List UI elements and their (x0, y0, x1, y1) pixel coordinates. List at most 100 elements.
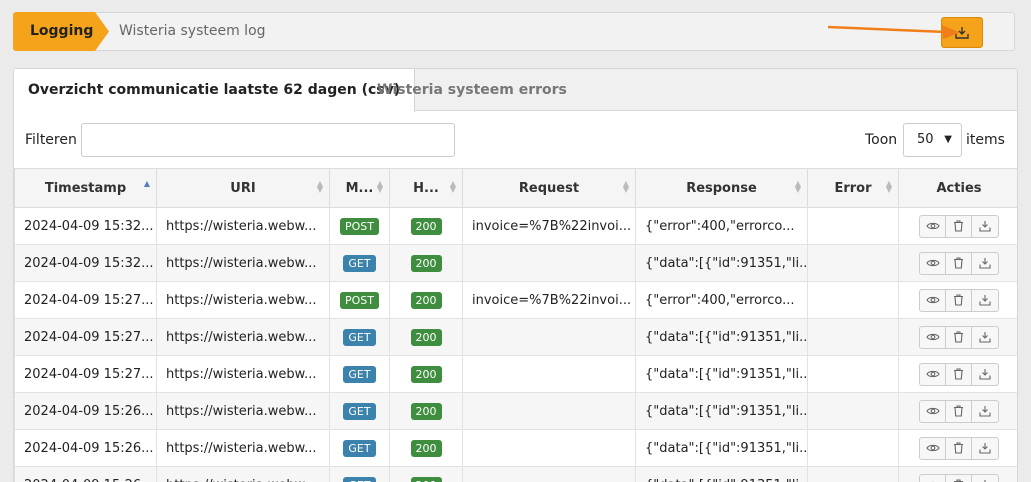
trash-icon (954, 220, 963, 232)
cell-request (462, 318, 636, 356)
cell-http: 200 (389, 429, 463, 467)
cell-http: 200 (389, 392, 463, 430)
view-button[interactable] (920, 215, 946, 237)
status-badge: 200 (410, 254, 442, 272)
cell-method: GET (329, 318, 390, 356)
download-icon (979, 295, 991, 306)
filter-input[interactable] (81, 123, 455, 157)
eye-icon (925, 370, 940, 378)
col-method[interactable]: M... ▲ ▼ (329, 168, 390, 208)
delete-button[interactable] (946, 252, 972, 274)
col-error[interactable]: Error ▲ ▼ (807, 168, 899, 208)
cell-acties (898, 466, 1017, 482)
sort-asc-icon: ▲ (143, 179, 150, 188)
download-row-button[interactable] (972, 216, 998, 237)
cell-error (807, 429, 899, 467)
download-row-button[interactable] (972, 401, 998, 422)
method-badge: GET (343, 476, 376, 482)
view-button[interactable] (920, 474, 946, 482)
view-button[interactable] (920, 289, 946, 311)
download-row-button[interactable] (972, 364, 998, 385)
cell-error (807, 318, 899, 356)
method-badge: GET (343, 328, 376, 346)
sort-icon: ▲ ▼ (622, 179, 629, 194)
table-body: 2024-04-09 15:32... https://wisteria.webw… (14, 207, 1017, 482)
view-button[interactable] (920, 326, 946, 348)
download-icon (979, 258, 991, 269)
cell-timestamp: 2024-04-09 15:32... (14, 244, 157, 282)
download-icon (979, 369, 991, 380)
status-badge: 200 (410, 402, 442, 420)
cell-http: 200 (389, 244, 463, 282)
filter-label: Filteren (25, 132, 77, 148)
cell-http: 200 (389, 466, 463, 482)
download-row-button[interactable] (972, 253, 998, 274)
cell-error (807, 355, 899, 393)
status-badge: 200 (410, 476, 442, 482)
cell-acties (898, 207, 1017, 245)
view-button[interactable] (920, 363, 946, 385)
delete-button[interactable] (946, 363, 972, 385)
cell-http: 200 (389, 281, 463, 319)
tab-communicatie[interactable]: Overzicht communicatie laatste 62 dagen … (14, 69, 416, 112)
trash-icon (954, 294, 963, 306)
download-row-button[interactable] (972, 475, 998, 482)
cell-uri: https://wisteria.webw... (156, 318, 330, 356)
cell-uri: https://wisteria.webw... (156, 207, 330, 245)
cell-timestamp: 2024-04-09 15:27... (14, 318, 157, 356)
cell-uri: https://wisteria.webw... (156, 281, 330, 319)
cell-error (807, 392, 899, 430)
tab-systeem-errors[interactable]: Wisteria systeem errors (363, 69, 581, 111)
view-button[interactable] (920, 400, 946, 422)
page-size-select[interactable]: 50 ▼ (903, 123, 962, 157)
cell-acties (898, 318, 1017, 356)
delete-button[interactable] (946, 400, 972, 422)
col-response[interactable]: Response ▲ ▼ (635, 168, 808, 208)
cell-request (462, 244, 636, 282)
method-badge: GET (343, 254, 376, 272)
delete-button[interactable] (946, 289, 972, 311)
view-button[interactable] (920, 252, 946, 274)
delete-button[interactable] (946, 474, 972, 482)
table-header-row: Timestamp ▲ URI ▲ ▼ M... ▲ ▼ H... ▲ ▼ Request ▲ ▼… (14, 168, 1017, 208)
cell-uri: https://wisteria.webw... (156, 392, 330, 430)
table-row: 2024-04-09 15:26...https://wisteria.webw… (14, 429, 1017, 467)
cell-response: {"data":[{"id":91351,"li... (635, 244, 808, 282)
col-http[interactable]: H... ▲ ▼ (389, 168, 463, 208)
method-badge: POST (340, 291, 379, 309)
cell-timestamp: 2024-04-09 15:26... (14, 466, 157, 482)
eye-icon (925, 222, 940, 230)
cell-response: {"error":400,"errorco... (635, 281, 808, 319)
cell-request: invoice=%7B%22invoi... (462, 281, 636, 319)
view-button[interactable] (920, 437, 946, 459)
cell-response: {"data":[{"id":91351,"li... (635, 466, 808, 482)
download-row-button[interactable] (972, 290, 998, 311)
cell-method: GET (329, 429, 390, 467)
table-row: 2024-04-09 15:26...https://wisteria.webw… (14, 466, 1017, 482)
sort-icon: ▲ ▼ (794, 179, 801, 194)
eye-icon (925, 333, 940, 341)
cell-uri: https://wisteria.webw... (156, 466, 330, 482)
delete-button[interactable] (946, 326, 972, 348)
cell-timestamp: 2024-04-09 15:26... (14, 429, 157, 467)
action-group (919, 362, 999, 386)
table-row: 2024-04-09 15:26...https://wisteria.webw… (14, 392, 1017, 430)
download-row-button[interactable] (972, 327, 998, 348)
col-uri[interactable]: URI ▲ ▼ (156, 168, 330, 208)
table-row: 2024-04-09 15:27... https://wisteria.webw… (14, 318, 1017, 356)
chevron-down-icon: ▼ (944, 134, 952, 145)
delete-button[interactable] (946, 437, 972, 459)
col-request[interactable]: Request ▲ ▼ (462, 168, 636, 208)
breadcrumb-logging[interactable]: Logging (13, 12, 109, 51)
col-timestamp[interactable]: Timestamp ▲ (14, 168, 157, 208)
cell-response: {"data":[{"id":91351,"li... (635, 355, 808, 393)
cell-error (807, 244, 899, 282)
method-badge: GET (343, 365, 376, 383)
delete-button[interactable] (946, 215, 972, 237)
download-row-button[interactable] (972, 438, 998, 459)
action-group (919, 436, 999, 460)
cell-timestamp: 2024-04-09 15:26... (14, 392, 157, 430)
cell-method: GET (329, 466, 390, 482)
cell-method: GET (329, 392, 390, 430)
action-group (919, 288, 999, 312)
